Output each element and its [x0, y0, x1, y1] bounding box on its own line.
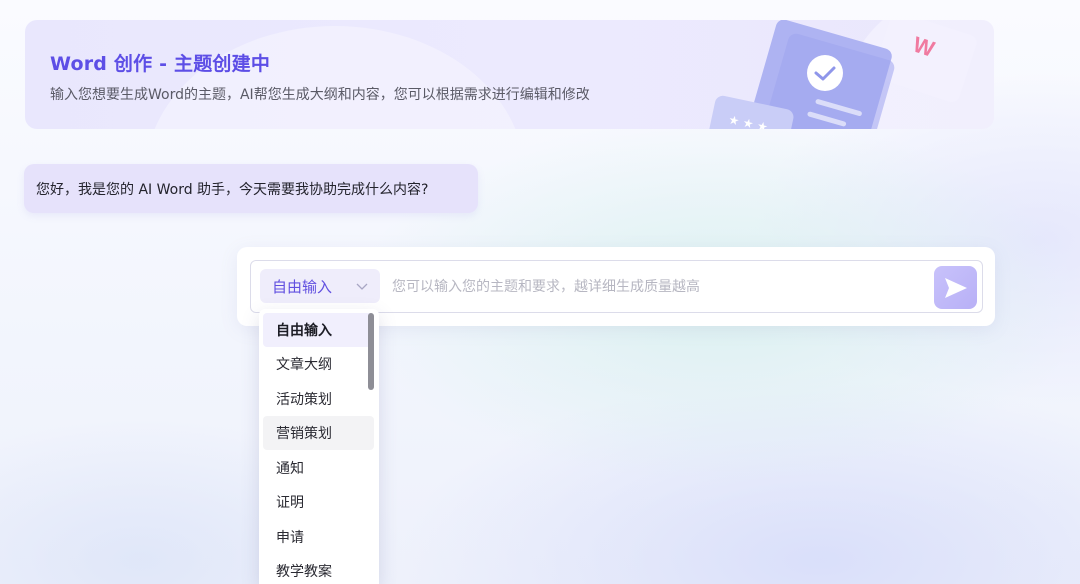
send-icon	[944, 277, 967, 298]
dropdown-option-label: 文章大纲	[276, 357, 332, 373]
dropdown-option[interactable]: 文章大纲	[263, 347, 374, 381]
header-banner: Word 创作 - 主题创建中 输入您想要生成Word的主题，AI帮您生成大纲和…	[25, 20, 994, 129]
dropdown-option-label: 活动策划	[276, 392, 332, 408]
dropdown-option[interactable]: 活动策划	[263, 382, 374, 416]
chevron-down-icon	[356, 283, 368, 290]
document-illustration-icon: W ★ ★ ★	[705, 20, 994, 129]
mode-dropdown-menu: 自由输入 文章大纲 活动策划 营销策划 通知 证明 申请 教学教案	[259, 309, 379, 584]
page-title: Word 创作 - 主题创建中	[50, 53, 271, 75]
dropdown-option-label: 营销策划	[276, 426, 332, 442]
assistant-greeting-bubble: 您好，我是您的 AI Word 助手，今天需要我协助完成什么内容?	[24, 164, 478, 213]
mode-select[interactable]: 自由输入	[260, 269, 380, 303]
dropdown-option[interactable]: 自由输入	[263, 313, 374, 347]
page-subtitle: 输入您想要生成Word的主题，AI帮您生成大纲和内容，您可以根据需求进行编辑和修…	[50, 87, 590, 103]
dropdown-option[interactable]: 教学教案	[263, 554, 374, 584]
prompt-input[interactable]	[392, 273, 922, 301]
send-button[interactable]	[934, 266, 977, 309]
dropdown-option-label: 证明	[276, 495, 304, 511]
mode-select-value: 自由输入	[272, 277, 333, 296]
dropdown-option[interactable]: 证明	[263, 485, 374, 519]
dropdown-option-label: 通知	[276, 461, 304, 477]
dropdown-option[interactable]: 通知	[263, 451, 374, 485]
banner-decoration-arc	[145, 26, 525, 129]
composer-box: 自由输入	[250, 260, 983, 313]
greeting-text: 您好，我是您的 AI Word 助手，今天需要我协助完成什么内容?	[36, 181, 429, 198]
dropdown-option[interactable]: 申请	[263, 520, 374, 554]
dropdown-option[interactable]: 营销策划	[263, 416, 374, 450]
dropdown-option-label: 申请	[276, 530, 304, 546]
dropdown-option-label: 教学教案	[276, 564, 332, 580]
dropdown-scrollbar[interactable]	[368, 313, 374, 390]
dropdown-option-label: 自由输入	[276, 323, 332, 339]
